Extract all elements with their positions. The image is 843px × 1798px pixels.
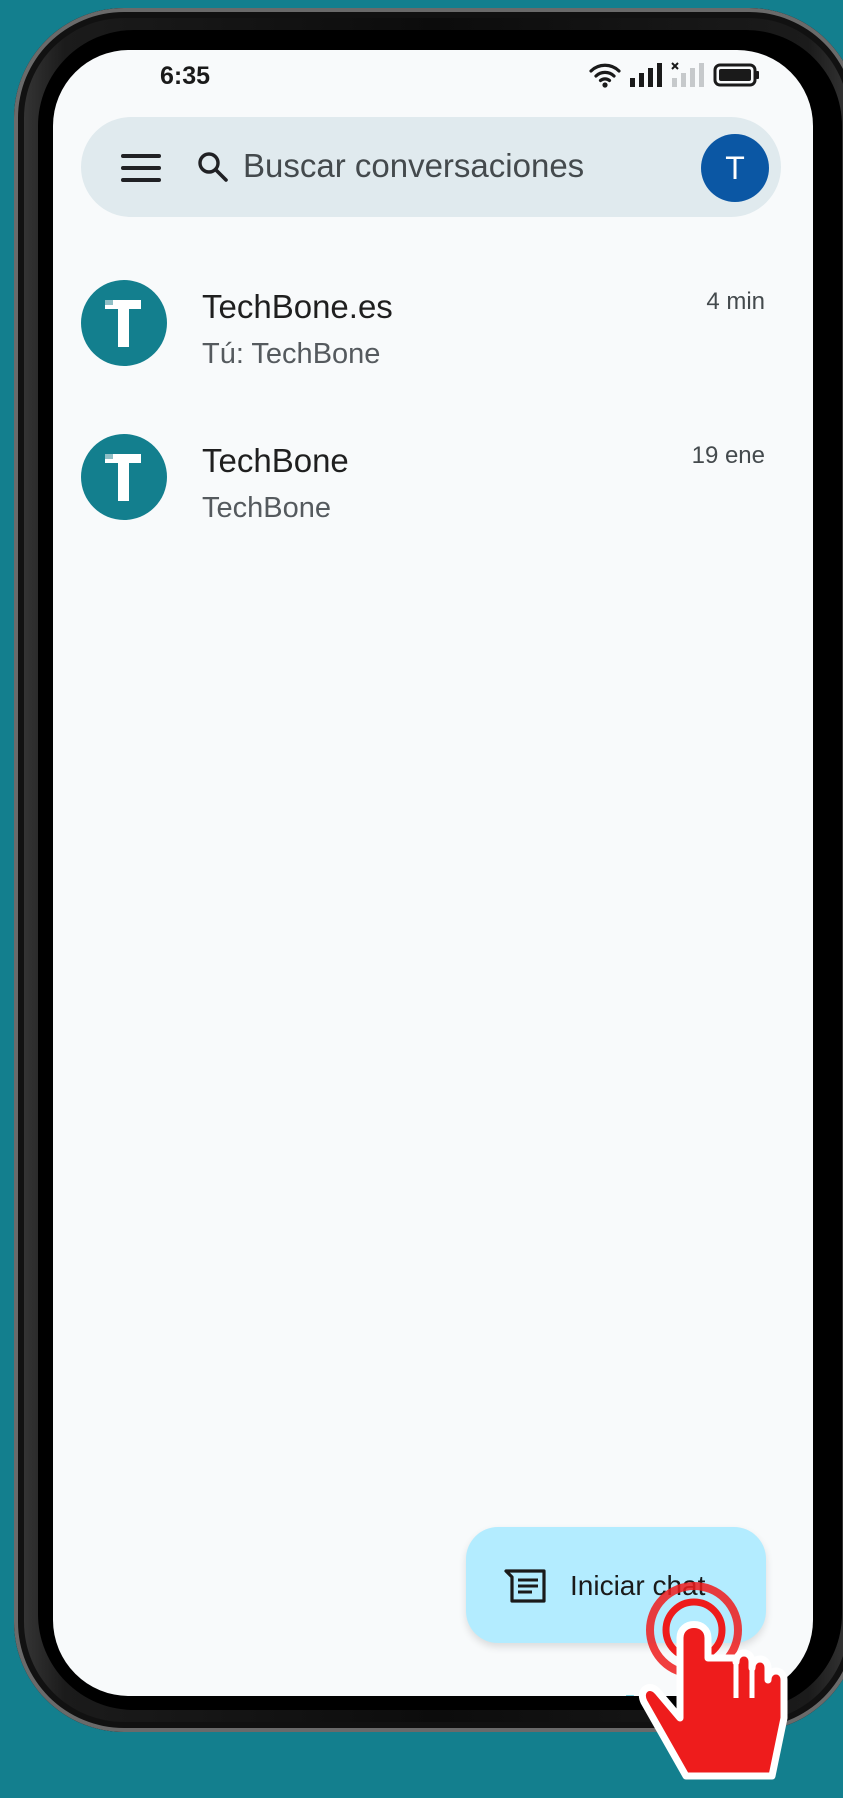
search-icon bbox=[198, 152, 228, 182]
techbone-logo-icon bbox=[105, 454, 141, 501]
wifi-icon bbox=[589, 63, 621, 88]
status-icons bbox=[589, 60, 761, 90]
status-time: 6:35 bbox=[160, 62, 211, 90]
search-input[interactable]: Buscar conversaciones bbox=[243, 147, 584, 185]
conversation-item[interactable]: TechBone TechBone 19 ene bbox=[53, 434, 813, 554]
phone-screen: 6:35 Buscar conversaciones T TechBone.es… bbox=[53, 50, 813, 1696]
conversation-avatar bbox=[81, 434, 167, 520]
tap-hand-icon bbox=[639, 1582, 788, 1780]
search-bar[interactable]: Buscar conversaciones T bbox=[81, 117, 781, 217]
conversation-time: 4 min bbox=[706, 288, 765, 315]
conversation-time: 19 ene bbox=[691, 442, 765, 469]
conversation-name: TechBone bbox=[202, 442, 349, 479]
menu-icon[interactable] bbox=[121, 154, 161, 182]
message-icon bbox=[504, 1569, 546, 1603]
signal-icon bbox=[630, 63, 662, 87]
conversation-preview: TechBone bbox=[202, 492, 331, 524]
battery-icon bbox=[713, 63, 759, 87]
signal-no-service-icon bbox=[671, 62, 704, 87]
conversation-avatar bbox=[81, 280, 167, 366]
conversation-preview: Tú: TechBone bbox=[202, 338, 381, 370]
conversation-item[interactable]: TechBone.es Tú: TechBone 4 min bbox=[53, 280, 813, 400]
conversation-name: TechBone.es bbox=[202, 288, 393, 325]
techbone-logo-icon bbox=[105, 300, 141, 347]
account-avatar[interactable]: T bbox=[701, 134, 769, 202]
